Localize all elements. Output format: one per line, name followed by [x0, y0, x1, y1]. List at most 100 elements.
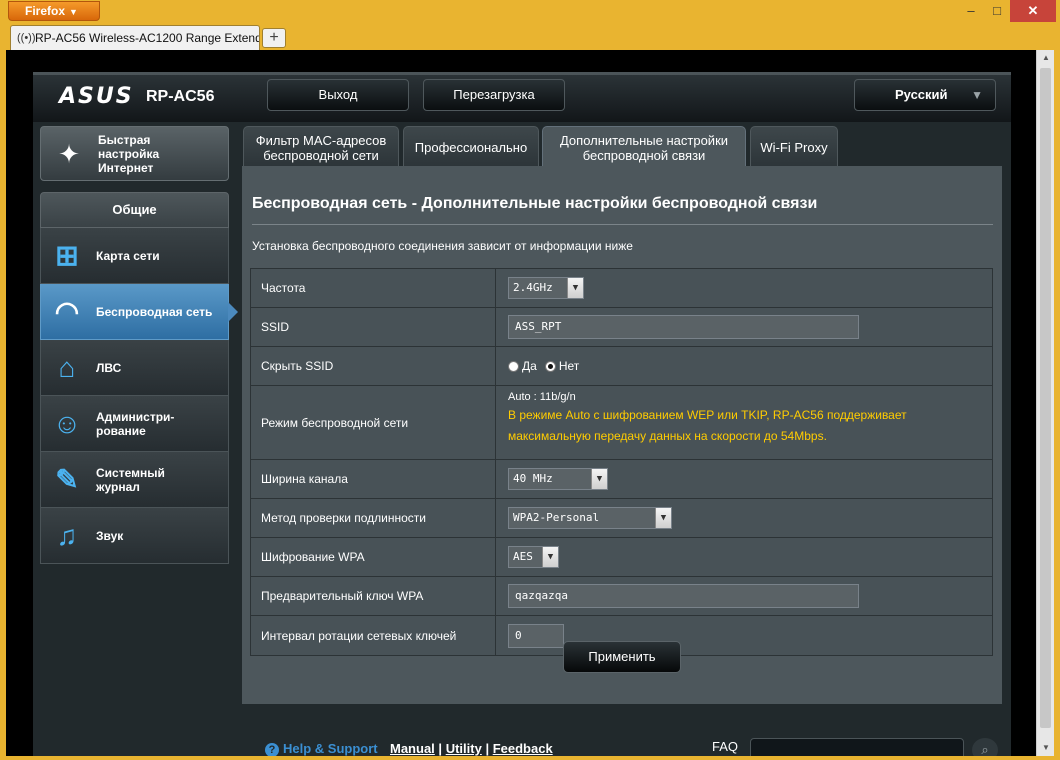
page-title: Беспроводная сеть - Дополнительные настр…	[252, 195, 818, 212]
scroll-up-icon[interactable]: ▲	[1037, 50, 1055, 66]
sidebar-item-wireless[interactable]: ◠ Беспроводная сеть	[40, 284, 238, 340]
sidebar-item-label: Системный журнал	[96, 466, 165, 494]
auth-method-label: Метод проверки подлинности	[251, 499, 496, 537]
key-rotation-input[interactable]: 0	[508, 623, 564, 648]
sidebar-item-label: Звук	[96, 529, 124, 543]
browser-titlebar: Firefox ▼ – □ ✕	[0, 0, 1060, 24]
chevron-down-icon: ▼	[567, 278, 583, 298]
tab-advanced-wireless[interactable]: Дополнительные настройки беспроводной св…	[542, 126, 746, 168]
page-description: Установка беспроводного соединения завис…	[252, 239, 633, 253]
title-divider	[252, 224, 993, 225]
hide-ssid-yes-label: Да	[522, 359, 537, 373]
chevron-down-icon: ▼	[591, 469, 607, 489]
wpa-encryption-value: AES	[513, 550, 533, 563]
settings-tabs: Фильтр MAC-адресов беспроводной сети Про…	[243, 126, 1011, 168]
chevron-down-icon: ▼	[655, 508, 671, 528]
wpa-encryption-label: Шифрование WPA	[251, 538, 496, 576]
chevron-down-icon: ▼	[971, 88, 983, 102]
frequency-select[interactable]: 2.4GHz ▼	[508, 277, 584, 299]
settings-table: Частота 2.4GHz ▼ SSID ASS_RPT Скрыть SSID…	[250, 268, 993, 656]
faq-label: FAQ	[712, 739, 739, 754]
footer-separator: |	[438, 741, 443, 756]
router-header: ASUS RP-AC56 Выход Перезагрузка Русский …	[33, 72, 1011, 122]
frequency-value: 2.4GHz	[513, 281, 553, 294]
active-pointer	[228, 302, 238, 322]
auth-method-select[interactable]: WPA2-Personal ▼	[508, 507, 672, 529]
footer-links: Manual | Utility | Feedback	[390, 741, 553, 756]
model-name: RP-AC56	[146, 88, 215, 105]
tab-mac-filter[interactable]: Фильтр MAC-адресов беспроводной сети	[243, 126, 399, 168]
utility-link[interactable]: Utility	[446, 741, 482, 756]
channel-width-select[interactable]: 40 MHz ▼	[508, 468, 608, 490]
reboot-button[interactable]: Перезагрузка	[423, 79, 565, 111]
row-wpa-key: Предварительный ключ WPA qazqazqa	[251, 577, 992, 616]
home-icon: ⌂	[58, 352, 76, 383]
frequency-label: Частота	[251, 269, 496, 307]
auth-method-value: WPA2-Personal	[513, 511, 600, 524]
hide-ssid-no-radio[interactable]	[544, 360, 556, 372]
channel-width-label: Ширина канала	[251, 460, 496, 498]
tab-wifi-proxy[interactable]: Wi-Fi Proxy	[750, 126, 838, 168]
asus-logo: ASUS	[59, 84, 134, 109]
sidebar-item-network-map[interactable]: ⊞ Карта сети	[40, 228, 229, 284]
logout-button[interactable]: Выход	[267, 79, 409, 111]
wifi-favicon-icon: ((•))	[17, 32, 36, 44]
row-auth-method: Метод проверки подлинности WPA2-Personal…	[251, 499, 992, 538]
hide-ssid-no-label: Нет	[558, 359, 580, 373]
browser-tab-title: RP-AC56 Wireless-AC1200 Range Extend...	[35, 31, 260, 45]
footer: ? Help & Support Manual | Utility | Feedb…	[33, 712, 1011, 756]
channel-width-value: 40 MHz	[513, 472, 553, 485]
page-scrollbar[interactable]: ▲ ▼	[1036, 50, 1054, 756]
magic-wand-icon: ✦	[58, 139, 80, 169]
firefox-menu-button[interactable]: Firefox ▼	[8, 1, 100, 21]
router-app: ASUS RP-AC56 Выход Перезагрузка Русский …	[33, 72, 1011, 756]
browser-tab[interactable]: ((•)) RP-AC56 Wireless-AC1200 Range Exte…	[10, 25, 260, 50]
sidebar-item-lan[interactable]: ⌂ ЛВС	[40, 340, 229, 396]
apply-button[interactable]: Применить	[563, 641, 681, 673]
help-icon: ?	[265, 743, 279, 756]
help-support-label: Help & Support	[283, 741, 378, 756]
wireless-mode-note: В режиме Auto с шифрованием WEP или TKIP…	[508, 408, 907, 443]
wifi-icon: ◠	[54, 296, 80, 327]
browser-viewport: ASUS RP-AC56 Выход Перезагрузка Русский …	[6, 50, 1036, 756]
hide-ssid-yes-radio[interactable]	[508, 360, 519, 372]
network-map-icon: ⊞	[55, 240, 79, 271]
close-icon[interactable]: ✕	[1010, 0, 1056, 22]
wireless-mode-label: Режим беспроводной сети	[251, 386, 496, 459]
sidebar-item-label: Администри- рование	[96, 410, 175, 438]
sidebar-item-sound[interactable]: ♫ Звук	[40, 508, 229, 564]
quick-setup-label: Быстрая настройка Интернет	[98, 133, 160, 175]
row-ssid: SSID ASS_RPT	[251, 308, 992, 347]
language-select[interactable]: Русский ▼	[854, 79, 996, 111]
tab-professional[interactable]: Профессионально	[403, 126, 539, 168]
main-content: Беспроводная сеть - Дополнительные настр…	[242, 166, 1002, 704]
footer-separator: |	[485, 741, 490, 756]
wireless-mode-info: Auto : 11b/g/n В режиме Auto с шифровани…	[508, 386, 928, 447]
row-frequency: Частота 2.4GHz ▼	[251, 269, 992, 308]
sidebar-item-label: ЛВС	[96, 361, 122, 375]
sidebar-item-administration[interactable]: ☺ Администри- рование	[40, 396, 229, 452]
scroll-thumb[interactable]	[1040, 68, 1051, 728]
sidebar-item-label: Карта сети	[96, 249, 160, 263]
scroll-down-icon[interactable]: ▼	[1037, 740, 1055, 756]
minimize-icon[interactable]: –	[958, 0, 984, 22]
faq-search-input[interactable]	[750, 738, 964, 756]
hide-ssid-label: Скрыть SSID	[251, 347, 496, 385]
wpa-encryption-select[interactable]: AES ▼	[508, 546, 559, 568]
music-note-icon: ♫	[56, 520, 78, 551]
wpa-key-input[interactable]: qazqazqa	[508, 584, 859, 608]
maximize-icon[interactable]: □	[984, 0, 1010, 22]
ssid-input[interactable]: ASS_RPT	[508, 315, 859, 339]
help-support-link[interactable]: ? Help & Support	[265, 741, 378, 756]
browser-tabbar: ((•)) RP-AC56 Wireless-AC1200 Range Exte…	[0, 24, 1060, 50]
sidebar-item-label: Беспроводная сеть	[96, 305, 213, 319]
manual-link[interactable]: Manual	[390, 741, 435, 756]
row-hide-ssid: Скрыть SSID Да Нет	[251, 347, 992, 386]
quick-setup-button[interactable]: ✦ Быстрая настройка Интернет	[40, 126, 229, 181]
new-tab-button[interactable]: +	[262, 28, 286, 48]
sidebar-item-system-log[interactable]: ✎ Системный журнал	[40, 452, 229, 508]
wireless-mode-value: Auto : 11b/g/n	[508, 391, 576, 403]
key-rotation-label: Интервал ротации сетевых ключей	[251, 616, 496, 655]
search-icon[interactable]: ⌕	[972, 738, 998, 756]
feedback-link[interactable]: Feedback	[493, 741, 553, 756]
